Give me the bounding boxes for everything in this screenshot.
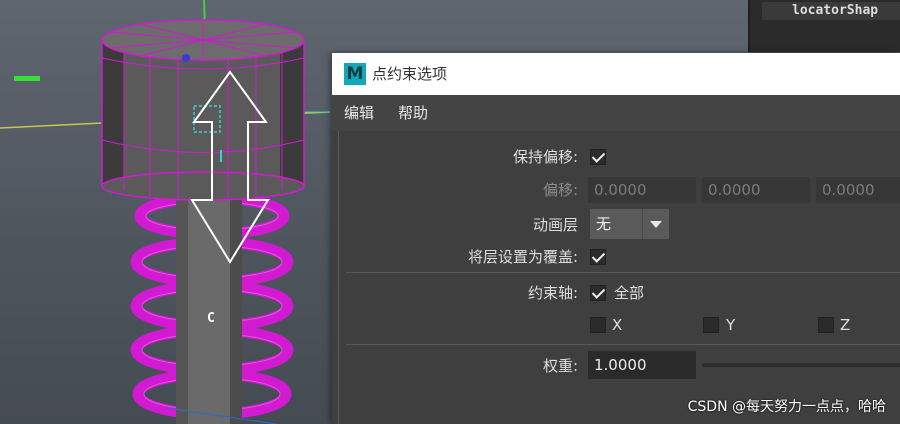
axis-all-checkbox[interactable] (590, 285, 606, 301)
dialog-title: 点约束选项 (372, 65, 448, 83)
separator (346, 344, 900, 345)
outliner-item-locator[interactable]: locatorShap (762, 2, 900, 20)
maya-logo-icon: M (344, 63, 366, 85)
constraint-axes-label: 约束轴: (527, 284, 578, 302)
green-marker (14, 76, 40, 81)
dialog-menubar: 编辑 帮助 (332, 95, 900, 131)
axis-y-label: Y (726, 316, 736, 334)
axis-x-label: X (612, 316, 623, 334)
axis-all-label: 全部 (614, 284, 645, 302)
set-layer-override-label: 将层设置为覆盖: (467, 248, 578, 266)
menu-help[interactable]: 帮助 (398, 95, 428, 131)
axis-z-label: Z (840, 316, 851, 334)
watermark: CSDN @每天努力一点点，哈哈 (687, 399, 886, 415)
axis-z-checkbox[interactable] (818, 317, 834, 333)
dialog-titlebar[interactable]: M 点约束选项 (332, 53, 900, 95)
outliner-panel: locatorShap (748, 0, 900, 52)
offset-z-field[interactable]: 0.0000 (816, 177, 900, 203)
chevron-down-icon[interactable] (642, 209, 669, 239)
set-layer-override-checkbox[interactable] (590, 249, 606, 265)
separator (346, 272, 900, 273)
point-constraint-options-dialog: M 点约束选项 编辑 帮助 保持偏移: 偏移: 0.0000 0.0000 0.… (332, 53, 900, 424)
menu-edit[interactable]: 编辑 (344, 95, 374, 131)
axis-y-checkbox[interactable] (703, 317, 719, 333)
maintain-offset-checkbox[interactable] (590, 149, 606, 165)
pivot-label: C (207, 311, 215, 326)
offset-label: 偏移: (542, 181, 578, 199)
dialog-content: 保持偏移: 偏移: 0.0000 0.0000 0.0000 动画层 无 将层设… (332, 131, 900, 424)
weight-label: 权重: (542, 357, 578, 375)
offset-x-field[interactable]: 0.0000 (588, 177, 696, 203)
rotate-handle[interactable] (182, 54, 190, 62)
offset-y-field[interactable]: 0.0000 (702, 177, 810, 203)
anim-layer-label: 动画层 (532, 216, 578, 234)
maintain-offset-label: 保持偏移: (512, 148, 578, 166)
axis-x-checkbox[interactable] (590, 317, 606, 333)
weight-field[interactable]: 1.0000 (588, 351, 696, 379)
weight-slider[interactable] (702, 363, 900, 367)
anim-layer-dropdown[interactable]: 无 (590, 209, 642, 239)
